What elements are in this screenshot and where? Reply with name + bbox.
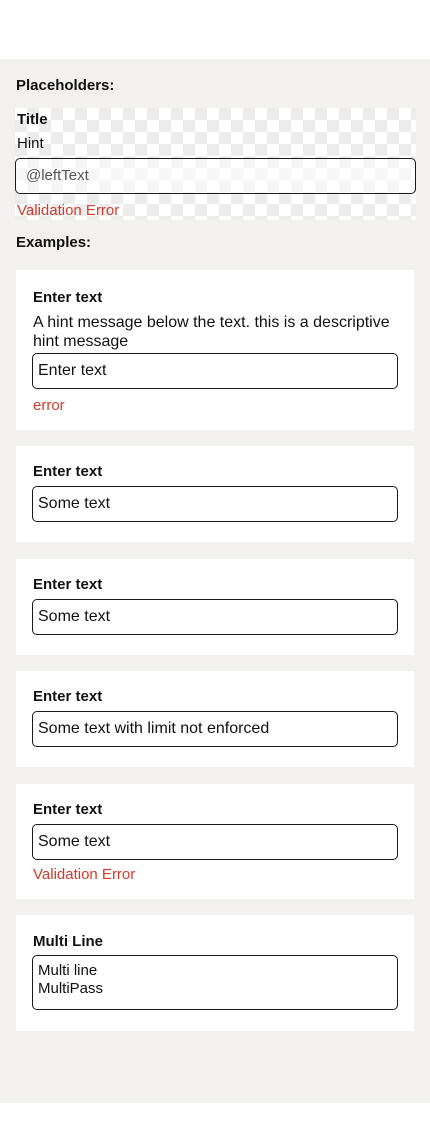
bottom-area <box>0 1103 430 1138</box>
text-input[interactable]: Some text <box>32 486 398 522</box>
text-input-value: Enter text <box>38 362 107 379</box>
field-label: Multi Line <box>33 933 103 950</box>
examples-section-label: Examples: <box>16 234 92 251</box>
placeholder-hint: Hint <box>17 135 44 152</box>
field-label: Enter text <box>33 576 103 593</box>
text-input[interactable]: Some text <box>32 599 398 635</box>
top-bar-area <box>0 0 430 59</box>
example-card-validation: Enter text Some text Validation Error <box>16 784 414 899</box>
placeholder-preview: Title Hint @leftText Validation Error <box>15 108 416 220</box>
example-card-basic: Enter text Some text <box>16 446 414 542</box>
multiline-value-line: Multi line <box>38 962 98 979</box>
text-input-value: Some text <box>38 495 111 512</box>
field-label: Enter text <box>33 801 103 818</box>
text-input-value: Some text with limit not enforced <box>38 720 270 737</box>
field-label: Enter text <box>33 688 103 705</box>
example-card-limit: Enter text Some text with limit not enfo… <box>16 671 414 767</box>
text-input[interactable]: Some text with limit not enforced <box>32 711 398 747</box>
text-input-value: Some text <box>38 608 111 625</box>
placeholder-validation-error: Validation Error <box>17 202 120 219</box>
text-input[interactable]: Enter text <box>32 353 398 389</box>
multiline-value-line: MultiPass <box>38 980 104 997</box>
field-label: Enter text <box>33 463 103 480</box>
placeholder-text-field[interactable]: @leftText <box>15 158 416 194</box>
field-hint: A hint message below the text. this is a… <box>33 314 390 350</box>
placeholder-title: Title <box>17 111 48 128</box>
field-label: Enter text <box>33 289 103 306</box>
text-input[interactable]: Some text <box>32 824 398 860</box>
field-error: error <box>33 397 65 414</box>
text-input-value: Some text <box>38 833 111 850</box>
example-card-hint-error: Enter text A hint message below the text… <box>16 270 414 430</box>
example-card-multiline: Multi Line Multi line MultiPass <box>16 915 414 1031</box>
example-card-basic-2: Enter text Some text <box>16 559 414 655</box>
field-error: Validation Error <box>33 866 136 883</box>
multiline-text-input[interactable]: Multi line MultiPass <box>32 955 398 1010</box>
placeholders-section-label: Placeholders: <box>16 77 115 94</box>
placeholder-field-text: @leftText <box>26 167 89 184</box>
